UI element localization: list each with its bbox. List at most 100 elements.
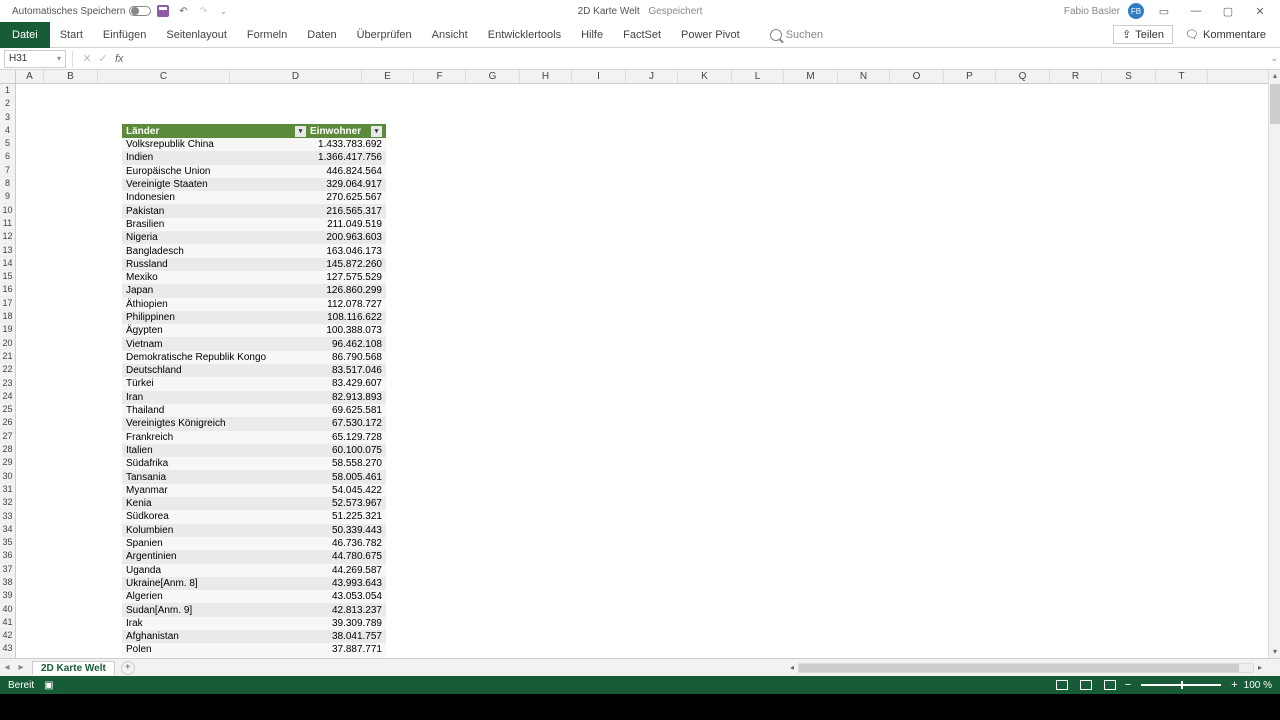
row-header[interactable]: 39 — [0, 589, 15, 602]
cell-country[interactable]: Brasilien — [122, 219, 308, 230]
row-header[interactable]: 8 — [0, 177, 15, 190]
scroll-down-button[interactable]: ▾ — [1269, 646, 1280, 658]
row-header[interactable]: 9 — [0, 190, 15, 203]
cell-population[interactable]: 44.269.587 — [308, 565, 386, 576]
tab-start[interactable]: Start — [50, 22, 93, 48]
cell-country[interactable]: Italien — [122, 445, 308, 456]
cell-country[interactable]: Iran — [122, 392, 308, 403]
cell-population[interactable]: 42.813.237 — [308, 605, 386, 616]
cell-country[interactable]: Indien — [122, 152, 308, 163]
table-row[interactable]: Bangladesch163.046.173 — [122, 244, 386, 257]
ribbon-display-options[interactable]: ▭ — [1152, 2, 1176, 20]
table-row[interactable]: Äthiopien112.078.727 — [122, 298, 386, 311]
cell-country[interactable]: Pakistan — [122, 206, 308, 217]
undo-button[interactable]: ↶ — [175, 3, 191, 19]
cell-population[interactable]: 96.462.108 — [308, 339, 386, 350]
cell-population[interactable]: 1.366.417.756 — [308, 152, 386, 163]
column-header[interactable]: J — [626, 70, 678, 83]
horizontal-scrollbar[interactable]: ◂ ▸ — [786, 662, 1266, 674]
table-row[interactable]: Südkorea51.225.321 — [122, 510, 386, 523]
table-row[interactable]: Vereinigte Staaten329.064.917 — [122, 178, 386, 191]
row-header[interactable]: 4 — [0, 124, 15, 137]
tab-ansicht[interactable]: Ansicht — [422, 22, 478, 48]
cell-country[interactable]: Volksrepublik China — [122, 139, 308, 150]
cell-country[interactable]: Vereinigtes Königreich — [122, 418, 308, 429]
table-row[interactable]: Russland145.872.260 — [122, 258, 386, 271]
cell-country[interactable]: Bangladesch — [122, 246, 308, 257]
cell-population[interactable]: 58.005.461 — [308, 472, 386, 483]
cell-country[interactable]: Tansania — [122, 472, 308, 483]
page-layout-view-button[interactable] — [1077, 678, 1095, 692]
page-break-view-button[interactable] — [1101, 678, 1119, 692]
row-header[interactable]: 18 — [0, 310, 15, 323]
cell-country[interactable]: Indonesien — [122, 192, 308, 203]
redo-button[interactable]: ↷ — [195, 3, 211, 19]
share-button[interactable]: ⇪ Teilen — [1113, 25, 1173, 44]
cell-population[interactable]: 58.558.270 — [308, 458, 386, 469]
row-headers[interactable]: 1234567891011121314151617181920212223242… — [0, 84, 16, 658]
table-row[interactable]: Afghanistan38.041.757 — [122, 630, 386, 643]
table-row[interactable]: Thailand69.625.581 — [122, 404, 386, 417]
row-header[interactable]: 12 — [0, 230, 15, 243]
table-row[interactable]: Südafrika58.558.270 — [122, 457, 386, 470]
name-box[interactable]: H31 ▾ — [4, 50, 66, 68]
row-header[interactable]: 19 — [0, 323, 15, 336]
row-header[interactable]: 24 — [0, 390, 15, 403]
row-header[interactable]: 35 — [0, 536, 15, 549]
cell-country[interactable]: Polen — [122, 644, 308, 655]
cell-population[interactable]: 39.309.789 — [308, 618, 386, 629]
table-row[interactable]: Kolumbien50.339.443 — [122, 524, 386, 537]
table-row[interactable]: Ukraine[Anm. 8]43.993.643 — [122, 577, 386, 590]
row-header[interactable]: 32 — [0, 496, 15, 509]
cell-population[interactable]: 69.625.581 — [308, 405, 386, 416]
table-row[interactable]: Pakistan216.565.317 — [122, 204, 386, 217]
tab-überprüfen[interactable]: Überprüfen — [347, 22, 422, 48]
column-header[interactable]: L — [732, 70, 784, 83]
row-header[interactable]: 34 — [0, 523, 15, 536]
cell-population[interactable]: 38.041.757 — [308, 631, 386, 642]
table-row[interactable]: Volksrepublik China1.433.783.692 — [122, 138, 386, 151]
tab-daten[interactable]: Daten — [297, 22, 346, 48]
chevron-down-icon[interactable]: ▾ — [57, 54, 61, 63]
tab-seitenlayout[interactable]: Seitenlayout — [156, 22, 237, 48]
column-header[interactable]: H — [520, 70, 572, 83]
cell-country[interactable]: Ukraine[Anm. 8] — [122, 578, 308, 589]
cell-country[interactable]: Spanien — [122, 538, 308, 549]
row-header[interactable]: 3 — [0, 111, 15, 124]
column-header[interactable]: D — [230, 70, 362, 83]
row-header[interactable]: 40 — [0, 603, 15, 616]
cell-country[interactable]: Mexiko — [122, 272, 308, 283]
close-button[interactable]: ✕ — [1248, 2, 1272, 20]
normal-view-button[interactable] — [1053, 678, 1071, 692]
cell-country[interactable]: Südkorea — [122, 511, 308, 522]
cell-population[interactable]: 46.736.782 — [308, 538, 386, 549]
cell-population[interactable]: 127.575.529 — [308, 272, 386, 283]
cell-country[interactable]: Demokratische Republik Kongo — [122, 352, 308, 363]
qat-customize[interactable]: ⌄ — [215, 3, 231, 19]
scroll-left-button[interactable]: ◂ — [786, 663, 798, 672]
cell-country[interactable]: Ägypten — [122, 325, 308, 336]
column-header[interactable]: K — [678, 70, 732, 83]
table-row[interactable]: Polen37.887.771 — [122, 643, 386, 656]
row-header[interactable]: 11 — [0, 217, 15, 230]
row-header[interactable]: 31 — [0, 483, 15, 496]
tab-einfügen[interactable]: Einfügen — [93, 22, 156, 48]
row-header[interactable]: 22 — [0, 363, 15, 376]
cell-country[interactable]: Vietnam — [122, 339, 308, 350]
row-header[interactable]: 7 — [0, 164, 15, 177]
column-header[interactable]: R — [1050, 70, 1102, 83]
table-row[interactable]: Italien60.100.075 — [122, 444, 386, 457]
cell-population[interactable]: 67.530.172 — [308, 418, 386, 429]
column-headers[interactable]: ABCDEFGHIJKLMNOPQRST — [16, 70, 1268, 84]
table-row[interactable]: Japan126.860.299 — [122, 284, 386, 297]
cell-population[interactable]: 83.429.607 — [308, 378, 386, 389]
comments-button[interactable]: 🗨 Kommentare — [1179, 26, 1272, 43]
cell-country[interactable]: Südafrika — [122, 458, 308, 469]
table-row[interactable]: Nigeria200.963.603 — [122, 231, 386, 244]
cell-population[interactable]: 126.860.299 — [308, 285, 386, 296]
autosave-toggle[interactable]: Automatisches Speichern — [12, 6, 151, 17]
cell-country[interactable]: Philippinen — [122, 312, 308, 323]
cell-population[interactable]: 216.565.317 — [308, 206, 386, 217]
cell-population[interactable]: 112.078.727 — [308, 299, 386, 310]
filter-dropdown-icon[interactable]: ▾ — [295, 126, 306, 137]
